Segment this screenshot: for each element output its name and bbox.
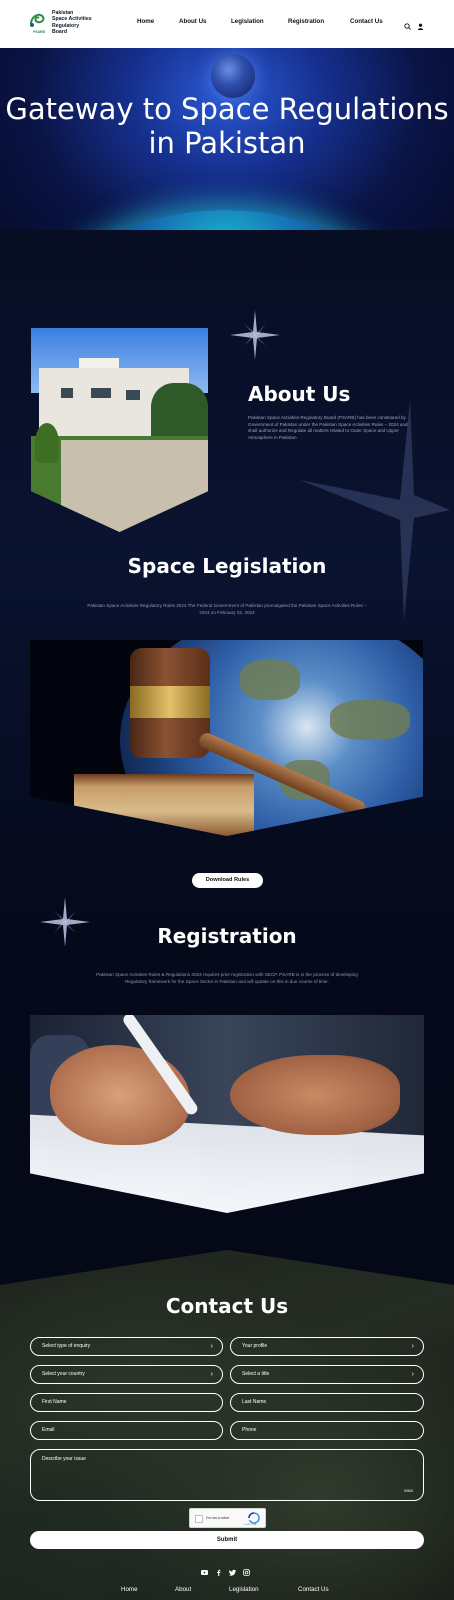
first-name-field[interactable]: First Name: [30, 1393, 223, 1412]
footer-nav-legislation[interactable]: Legislation: [229, 1586, 259, 1593]
instagram-icon[interactable]: [243, 1563, 250, 1576]
hero-title: Gateway to Space Regulations in Pakistan: [5, 92, 449, 160]
phone-placeholder: Phone: [242, 1427, 257, 1433]
twitter-icon[interactable]: [229, 1563, 236, 1576]
psarb-logo[interactable]: PSARB Pakistan Space Activities Regulato…: [28, 10, 92, 36]
chevron-right-icon: ›: [411, 1371, 414, 1378]
issue-placeholder: Describe your issue: [42, 1456, 86, 1462]
first-name-placeholder: First Name: [42, 1399, 67, 1405]
nav-contact[interactable]: Contact Us: [350, 18, 383, 25]
captcha-checkbox[interactable]: [195, 1515, 203, 1523]
footer-nav-contact[interactable]: Contact Us: [298, 1586, 329, 1593]
logo-line-4: Board: [52, 29, 67, 36]
gavel-earth-image: [30, 640, 423, 836]
email-placeholder: Email: [42, 1427, 55, 1433]
chevron-right-icon: ›: [210, 1343, 213, 1350]
enquiry-type-label: Select type of enquiry: [42, 1343, 91, 1349]
signing-document-image: [30, 1015, 424, 1213]
about-text: Pakistan Space Activities Regulatory Boa…: [248, 415, 408, 440]
psarb-logo-icon: PSARB: [28, 10, 46, 36]
legislation-title: Space Legislation: [127, 554, 327, 578]
chevron-right-icon: ›: [411, 1343, 414, 1350]
about-title: About Us: [248, 382, 351, 406]
nav-about[interactable]: About Us: [179, 18, 207, 25]
hero-chevron-divider: [0, 230, 454, 280]
recaptcha-brand: reCAPTCHA: [244, 1524, 257, 1526]
legislation-text: Pakistan Space Activities Regulatory Rul…: [87, 603, 367, 615]
registration-title: Registration: [157, 924, 297, 948]
country-select[interactable]: Select your country ›: [30, 1365, 223, 1384]
title-label: Select a title: [242, 1371, 270, 1377]
header-icons: [404, 17, 424, 30]
download-rules-button[interactable]: Download Rules: [192, 873, 263, 888]
contact-title: Contact Us: [165, 1294, 289, 1318]
footer-nav-home[interactable]: Home: [121, 1586, 138, 1593]
social-links: [201, 1563, 250, 1576]
phone-field[interactable]: Phone: [230, 1421, 424, 1440]
nav-home[interactable]: Home: [137, 18, 154, 25]
captcha-label: I'm not a robot: [206, 1516, 229, 1520]
registration-text: Pakistan Space Activities Rules & Regula…: [96, 972, 358, 984]
recaptcha-icon: [248, 1512, 260, 1524]
logo-text: Pakistan Space Activities Regulatory Boa…: [52, 10, 92, 36]
youtube-icon[interactable]: [201, 1563, 208, 1575]
logo-abbr: PSARB: [33, 30, 45, 34]
footer-nav: Home About Legislation Contact Us: [0, 1586, 454, 1600]
submit-button[interactable]: Submit: [30, 1531, 424, 1549]
last-name-field[interactable]: Last Name: [230, 1393, 424, 1412]
country-label: Select your country: [42, 1371, 85, 1377]
profile-select[interactable]: Your profile ›: [230, 1337, 424, 1356]
nav-registration[interactable]: Registration: [288, 18, 324, 25]
last-name-placeholder: Last Name: [242, 1399, 267, 1405]
nav-legislation[interactable]: Legislation: [231, 18, 264, 25]
site-header: PSARB Pakistan Space Activities Regulato…: [0, 0, 454, 48]
facebook-icon[interactable]: [215, 1563, 222, 1576]
search-icon[interactable]: [404, 17, 411, 30]
enquiry-type-select[interactable]: Select type of enquiry ›: [30, 1337, 223, 1356]
logo-line-2: Space Activities: [52, 16, 92, 23]
footer-nav-about[interactable]: About: [175, 1586, 191, 1593]
character-counter: 0/500: [404, 1489, 413, 1493]
user-icon[interactable]: [417, 17, 424, 30]
email-field[interactable]: Email: [30, 1421, 223, 1440]
about-building-image: [31, 328, 208, 532]
issue-textarea[interactable]: Describe your issue 0/500: [30, 1449, 424, 1501]
recaptcha-widget: I'm not a robot reCAPTCHA: [189, 1508, 266, 1528]
profile-label: Your profile: [242, 1343, 268, 1349]
sparkle-star-icon: [230, 310, 280, 360]
title-select[interactable]: Select a title ›: [230, 1365, 424, 1384]
chevron-right-icon: ›: [210, 1371, 213, 1378]
